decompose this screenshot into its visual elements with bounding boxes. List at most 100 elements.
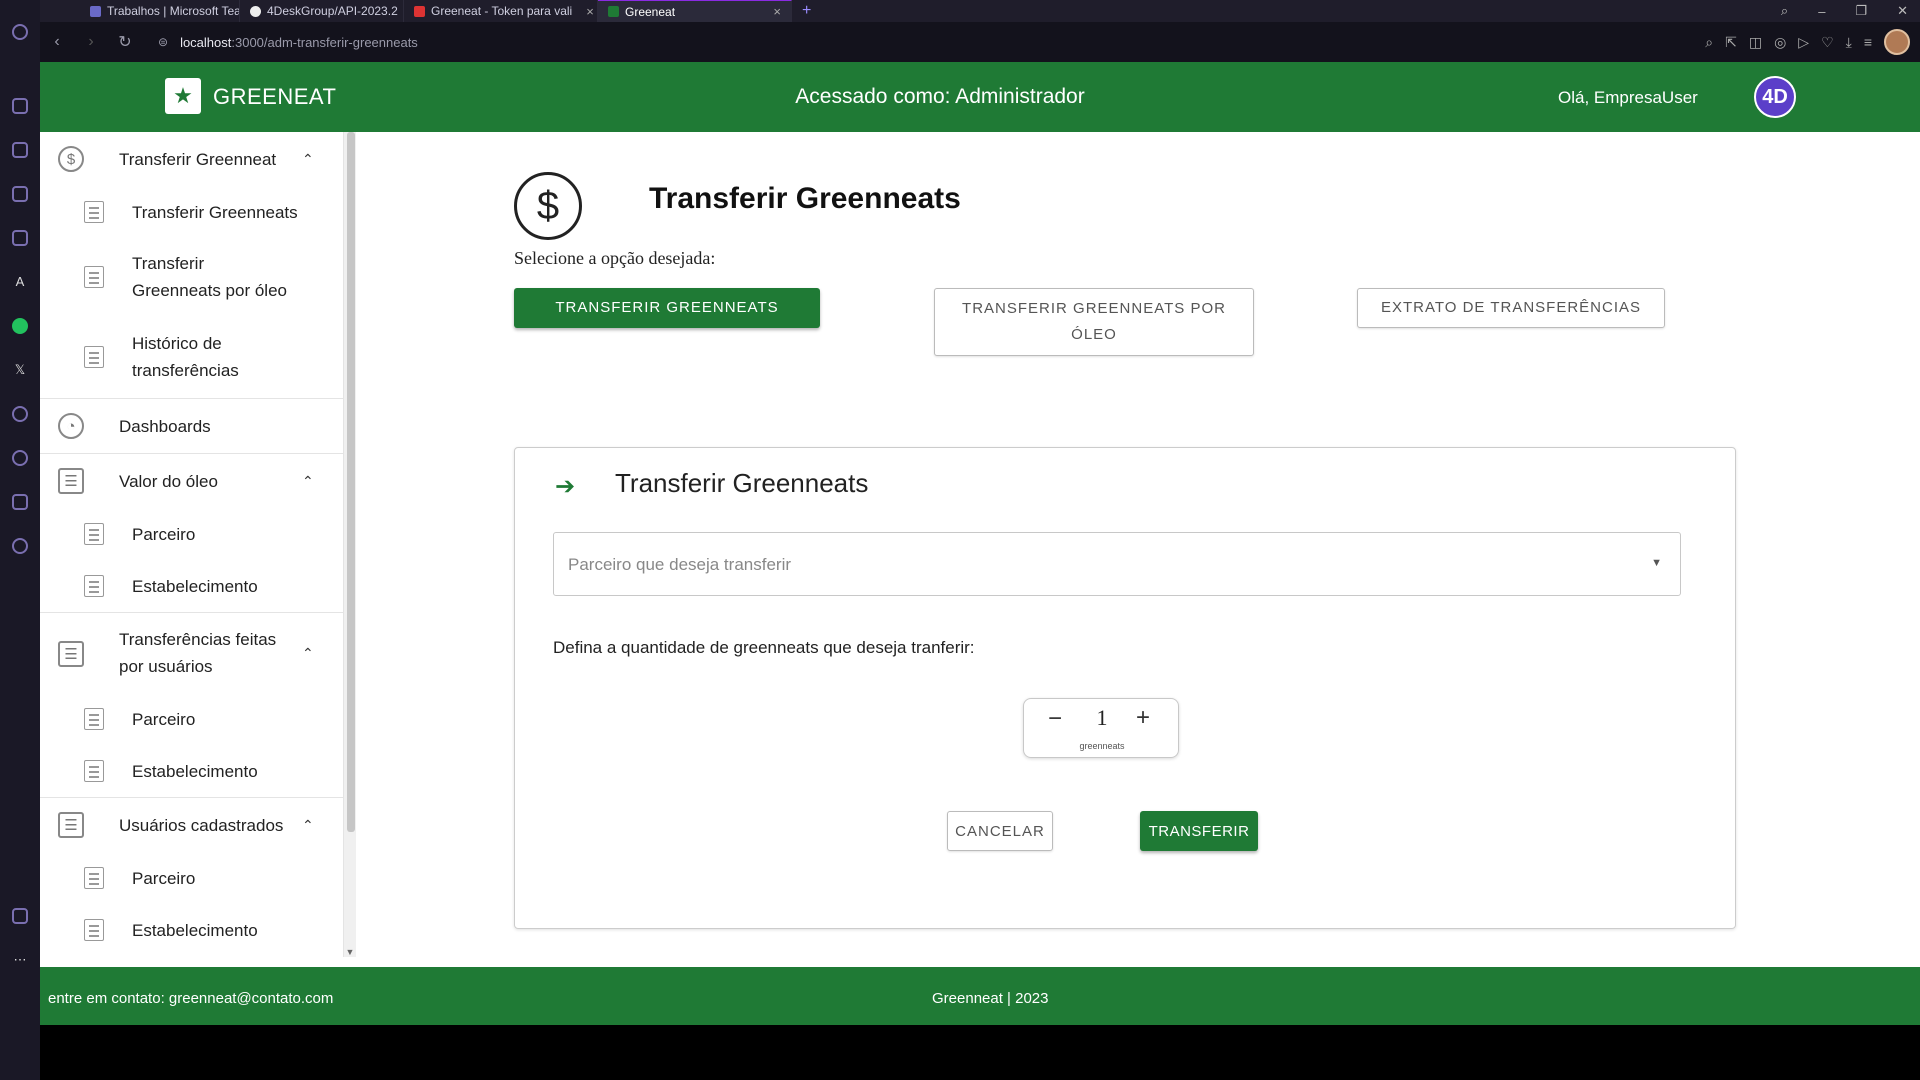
camera-icon[interactable]: ◫ — [1749, 34, 1762, 51]
sidebar-item-parceiro[interactable]: Parceiro — [40, 508, 343, 560]
aria-icon[interactable]: A — [12, 274, 28, 290]
wallet-icon[interactable] — [12, 908, 28, 924]
user-greeting: Olá, EmpresaUser — [1558, 88, 1698, 107]
opera-icon[interactable] — [12, 24, 28, 40]
chevron-up-icon[interactable]: ⌃ — [302, 151, 314, 168]
twitch-icon[interactable] — [12, 186, 28, 202]
profile-avatar[interactable] — [1884, 29, 1910, 55]
instagram-icon[interactable] — [12, 230, 28, 246]
app-page: ★ GREENEAT Acessado como: Administrador … — [40, 62, 1920, 1025]
reload-icon[interactable]: ↻ — [108, 32, 142, 52]
list-icon — [84, 346, 104, 368]
sidebar-item-label: Estabelecimento — [132, 761, 258, 781]
option-extrato-button[interactable]: EXTRATO DE TRANSFERÊNCIAS — [1357, 288, 1665, 328]
dollar-circle-icon: $ — [58, 146, 84, 172]
vpn-icon[interactable]: ◎ — [1774, 34, 1786, 51]
settings-icon[interactable] — [12, 538, 28, 554]
close-window-button[interactable]: ✕ — [1897, 3, 1908, 19]
bag-icon[interactable] — [12, 142, 28, 158]
cancel-button[interactable]: CANCELAR — [947, 811, 1053, 851]
speed-dial-icon[interactable] — [12, 98, 28, 114]
chevron-up-icon[interactable]: ⌃ — [302, 817, 314, 834]
new-tab-button[interactable]: + — [802, 2, 811, 20]
page-subtitle: Selecione a opção desejada: — [514, 248, 716, 268]
teams-icon — [90, 5, 101, 17]
browser-tab-active[interactable]: Greeneat × — [598, 0, 792, 22]
sidebar-group-label: Valor do óleo — [119, 471, 218, 491]
sidebar-group-label: Transferir Greenneat — [119, 149, 277, 169]
tab-label: Trabalhos | Microsoft Team — [107, 4, 240, 18]
minus-button[interactable]: − — [1048, 705, 1062, 733]
toolbar-icons: ⌕ ⇱ ◫ ◎ ▷ ♡ ⤓ ≡ — [1705, 22, 1910, 62]
sidebar-item-parceiro[interactable]: Parceiro — [40, 852, 343, 904]
chevron-up-icon[interactable]: ⌃ — [302, 473, 314, 490]
download-icon[interactable]: ⤓ — [1846, 34, 1852, 51]
site-info-icon[interactable]: ⊜ — [158, 35, 168, 49]
sidebar-item-historico[interactable]: Histórico de transferências — [40, 316, 343, 398]
address-bar: ‹ › ↻ ⊜ localhost:3000/adm-transferir-gr… — [40, 22, 1920, 62]
close-icon[interactable]: × — [586, 4, 594, 19]
heart-icon[interactable]: ♡ — [1821, 34, 1834, 51]
minimize-button[interactable]: – — [1818, 4, 1825, 19]
sidebar-group-header[interactable]: ☰ Valor do óleo ⌃ — [40, 454, 343, 508]
list-icon — [84, 867, 104, 889]
sidebar-item-dashboards[interactable]: ◔ Dashboards — [40, 399, 343, 453]
search-icon[interactable]: ⌕ — [1781, 3, 1788, 19]
sidebar-scrollbar[interactable]: ▼ — [344, 132, 356, 957]
sidebar-item-parceiro[interactable]: Parceiro — [40, 693, 343, 745]
url-host: localhost — [180, 34, 232, 50]
lens-icon[interactable]: ⌕ — [1705, 34, 1713, 51]
more-icon[interactable]: ⋯ — [12, 952, 28, 968]
sidebar-group-usuarios-cadastrados: ☰ Usuários cadastrados ⌃ Parceiro Estabe… — [40, 798, 343, 956]
player-icon[interactable] — [12, 406, 28, 422]
sidebar-group-transferir: $ Transferir Greenneat ⌃ Transferir Gree… — [40, 132, 343, 399]
sidebar-item-estabelecimento[interactable]: Estabelecimento — [40, 904, 343, 956]
close-icon[interactable]: × — [773, 4, 781, 19]
url-field[interactable]: ⊜ localhost:3000/adm-transferir-greennea… — [158, 35, 418, 50]
browser-tab[interactable]: 4DeskGroup/API-2023.2 × — [240, 0, 404, 22]
option-transferir-greenneats-button[interactable]: TRANSFERIR GREENNEATS — [514, 288, 820, 328]
menu-icon[interactable]: ≡ — [1864, 34, 1872, 50]
maximize-button[interactable]: ❐ — [1855, 3, 1867, 19]
quantity-label: Defina a quantidade de greenneats que de… — [553, 638, 975, 657]
x-icon[interactable]: 𝕏 — [12, 362, 28, 378]
plus-button[interactable]: + — [1136, 704, 1150, 732]
share-icon[interactable]: ⇱ — [1725, 34, 1737, 51]
history-icon[interactable] — [12, 450, 28, 466]
sidebar-group-header[interactable]: $ Transferir Greenneat ⌃ — [40, 132, 343, 186]
sidebar-item-label: Estabelecimento — [132, 576, 258, 596]
option-transferir-por-oleo-button[interactable]: TRANSFERIR GREENNEATS POR ÓLEO — [934, 288, 1254, 356]
whatsapp-icon[interactable] — [12, 318, 28, 334]
partner-select[interactable]: Parceiro que deseja transferir ▼ — [553, 532, 1681, 596]
sidebar-item-transferir-por-oleo[interactable]: Transferir Greenneats por óleo — [40, 238, 343, 316]
sidebar-group-header[interactable]: ☰ Usuários cadastrados ⌃ — [40, 798, 343, 852]
window-controls: ⌕ – ❐ ✕ — [1781, 0, 1908, 22]
chevron-up-icon[interactable]: ⌃ — [302, 645, 314, 662]
browser-tab[interactable]: Trabalhos | Microsoft Team × — [80, 0, 240, 22]
box-icon[interactable] — [12, 494, 28, 510]
quantity-value[interactable]: 1 — [1094, 705, 1110, 731]
list-icon — [84, 760, 104, 782]
list-icon: ☰ — [58, 468, 84, 494]
caret-down-icon[interactable]: ▼ — [1651, 557, 1662, 569]
gmail-icon — [414, 5, 425, 17]
sidebar-group-header[interactable]: ☰ Transferências feitas por usuários ⌃ — [40, 613, 343, 693]
tab-label: Greeneat — [625, 4, 676, 19]
sidebar-item-label: Estabelecimento — [132, 920, 258, 940]
list-icon: ☰ — [58, 812, 84, 838]
tab-label: Greeneat - Token para vali — [431, 4, 573, 18]
play-icon[interactable]: ▷ — [1798, 34, 1809, 51]
scroll-down-icon[interactable]: ▼ — [344, 947, 356, 957]
scrollbar-thumb[interactable] — [347, 132, 355, 832]
sidebar-item-estabelecimento[interactable]: Estabelecimento — [40, 560, 343, 612]
back-icon[interactable]: ‹ — [40, 33, 74, 51]
transfer-button[interactable]: TRANSFERIR — [1140, 811, 1258, 851]
sidebar: $ Transferir Greenneat ⌃ Transferir Gree… — [40, 132, 344, 957]
browser-tab[interactable]: Greeneat - Token para vali × — [404, 0, 598, 22]
list-icon: ☰ — [58, 641, 84, 667]
avatar[interactable]: 4D — [1754, 76, 1796, 118]
browser-tab-bar: Trabalhos | Microsoft Team × 4DeskGroup/… — [0, 0, 1920, 22]
forward-icon[interactable]: › — [74, 33, 108, 51]
sidebar-item-transferir-greenneats[interactable]: Transferir Greenneats — [40, 186, 343, 238]
sidebar-item-estabelecimento[interactable]: Estabelecimento — [40, 745, 343, 797]
